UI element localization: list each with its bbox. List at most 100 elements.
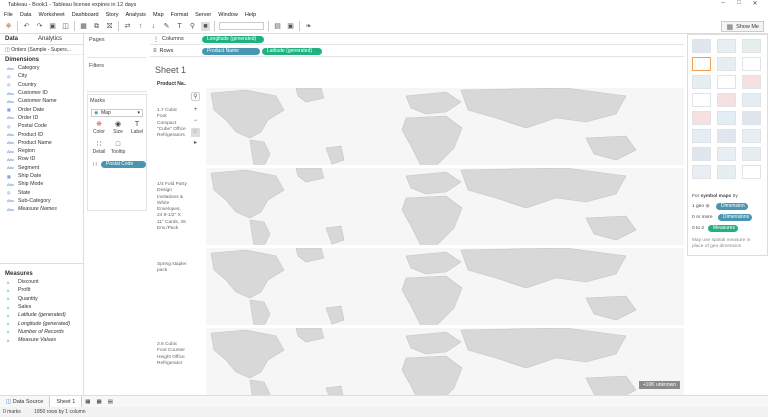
new-datasource-icon[interactable]: ◫ xyxy=(61,22,70,31)
row-header-label[interactable]: Spring stapler pack xyxy=(157,262,187,275)
chart-type-thumbnail[interactable] xyxy=(717,57,736,71)
datasource-item[interactable]: ◫ Orders (Sample - Supers... xyxy=(0,45,83,55)
menu-item[interactable]: Data xyxy=(20,12,32,18)
chart-type-thumbnail[interactable] xyxy=(742,57,761,71)
label-icon[interactable]: T xyxy=(175,22,184,31)
measure-item[interactable]: # Number of Records xyxy=(0,328,84,336)
highlight-icon[interactable]: ■ xyxy=(201,21,210,31)
chart-type-thumbnail[interactable] xyxy=(692,129,711,143)
menu-item[interactable]: Help xyxy=(245,12,256,18)
dimension-item[interactable]: ◎ Postal Code xyxy=(0,122,83,130)
dimension-item[interactable]: Abc Measure Names xyxy=(0,205,83,213)
tooltip-button[interactable]: □ Tooltip xyxy=(109,141,127,157)
new-story-icon[interactable]: ▤ xyxy=(105,396,116,408)
unknown-badge[interactable]: +10K unknown xyxy=(638,381,680,389)
chart-type-thumbnail[interactable] xyxy=(742,39,761,53)
chart-type-thumbnail[interactable] xyxy=(717,111,736,125)
dimension-item[interactable]: ◎ State xyxy=(0,188,83,196)
rows-shelf[interactable]: ≡ Rows Product Name Latitude (generated) xyxy=(150,46,684,57)
map-pane[interactable] xyxy=(206,248,684,326)
menu-item[interactable]: Map xyxy=(153,12,164,18)
dimension-item[interactable]: ◎ Country xyxy=(0,81,83,89)
chart-type-thumbnail[interactable] xyxy=(692,57,711,71)
chart-type-thumbnail[interactable] xyxy=(742,111,761,125)
sort-ascending-icon[interactable]: ↑ xyxy=(136,22,145,31)
dimension-item[interactable]: Abc Customer ID xyxy=(0,89,83,97)
new-worksheet-icon[interactable]: ▦ xyxy=(79,22,88,31)
new-sheet-icon[interactable]: ▦ xyxy=(82,396,93,408)
dimension-item[interactable]: Abc Segment xyxy=(0,164,83,172)
measure-item[interactable]: # Latitude (generated) xyxy=(0,311,84,319)
chart-type-thumbnail[interactable] xyxy=(717,147,736,161)
play-icon[interactable]: ▸ xyxy=(191,139,200,148)
measure-item[interactable]: # Discount xyxy=(0,278,84,286)
new-dashboard-icon[interactable]: ▦ xyxy=(93,396,104,408)
dimension-item[interactable]: Abc Product ID xyxy=(0,130,83,138)
group-icon[interactable]: ✎ xyxy=(162,22,171,31)
chart-type-thumbnail[interactable] xyxy=(717,39,736,53)
filters-card[interactable]: Filters xyxy=(87,60,147,92)
measure-item[interactable]: # Longitude (generated) xyxy=(0,319,84,327)
chart-type-thumbnail[interactable] xyxy=(742,147,761,161)
dimension-item[interactable]: ▦ Ship Date xyxy=(0,172,83,180)
chart-type-thumbnail[interactable] xyxy=(717,129,736,143)
share-icon[interactable]: ❧ xyxy=(304,22,313,31)
menu-item[interactable]: Format xyxy=(171,12,188,18)
minimize-icon[interactable]: – xyxy=(716,0,730,6)
tab-data-source[interactable]: ◫ Data Source xyxy=(0,396,49,408)
longitude-pill[interactable]: Longitude (generated) xyxy=(202,36,264,43)
dimension-item[interactable]: Abc Region xyxy=(0,147,83,155)
dimension-item[interactable]: Abc Product Name xyxy=(0,139,83,147)
row-header-label[interactable]: 3.6 Cubic Foot Counter Height Office Ref… xyxy=(157,342,187,367)
postal-code-pill[interactable]: Postal Code xyxy=(101,161,146,168)
zoom-out-icon[interactable]: − xyxy=(191,117,200,126)
worksheet-view[interactable]: Sheet 1 Product Na.. ⚲ + − ☞ ▸ 1.7 Cubic… xyxy=(150,60,684,406)
presentation-icon[interactable]: ▣ xyxy=(286,22,295,31)
pin-icon[interactable]: ⚲ xyxy=(188,22,197,31)
chart-type-thumbnail[interactable] xyxy=(742,75,761,89)
undo-icon[interactable]: ↶ xyxy=(22,22,31,31)
chart-type-thumbnail[interactable] xyxy=(692,75,711,89)
save-icon[interactable]: ▣ xyxy=(48,22,57,31)
chart-type-thumbnail[interactable] xyxy=(692,39,711,53)
menu-item[interactable]: Window xyxy=(218,12,238,18)
mark-type-dropdown[interactable]: ◉ Map ▾ xyxy=(91,109,143,117)
detail-button[interactable]: ∷ Detail xyxy=(90,141,108,157)
chart-type-thumbnail[interactable] xyxy=(692,165,711,179)
dimension-item[interactable]: ▦ Order Date xyxy=(0,105,83,113)
show-me-button[interactable]: ▦ Show Me xyxy=(721,21,764,32)
dimension-item[interactable]: Abc Category xyxy=(0,64,83,72)
tab-data[interactable]: Data xyxy=(0,34,23,44)
chart-type-thumbnail[interactable] xyxy=(742,93,761,107)
tab-analytics[interactable]: Analytics xyxy=(33,34,67,44)
tableau-logo-icon[interactable]: ❋ xyxy=(4,22,13,31)
duplicate-icon[interactable]: ⧉ xyxy=(92,22,101,31)
label-button[interactable]: T Label xyxy=(128,121,146,137)
chart-type-thumbnail[interactable] xyxy=(717,93,736,107)
dimension-item[interactable]: Abc Ship Mode xyxy=(0,180,83,188)
chart-type-thumbnail[interactable] xyxy=(742,129,761,143)
close-icon[interactable]: ✕ xyxy=(748,0,762,7)
dimension-item[interactable]: Abc Sub-Category xyxy=(0,197,83,205)
menu-item[interactable]: Server xyxy=(195,12,211,18)
menu-item[interactable]: Analysis xyxy=(125,12,145,18)
sort-descending-icon[interactable]: ↓ xyxy=(149,22,158,31)
color-button[interactable]: ❋ Color xyxy=(90,121,108,137)
pages-card[interactable]: Pages xyxy=(87,34,147,58)
measure-item[interactable]: # Measure Values xyxy=(0,336,84,344)
row-header-label[interactable]: 1.7 Cubic Foot Compact "Cube" Office Ref… xyxy=(157,108,187,139)
dimension-item[interactable]: ◎ City xyxy=(0,72,83,80)
size-button[interactable]: ◉ Size xyxy=(109,121,127,137)
latitude-pill[interactable]: Latitude (generated) xyxy=(262,48,322,55)
measure-item[interactable]: # Sales xyxy=(0,303,84,311)
menu-item[interactable]: Story xyxy=(106,12,119,18)
chart-type-thumbnail[interactable] xyxy=(742,165,761,179)
chart-type-thumbnail[interactable] xyxy=(692,93,711,107)
pan-icon[interactable]: ☞ xyxy=(191,128,200,137)
clear-icon[interactable]: ⛝ xyxy=(105,22,114,31)
product-name-pill[interactable]: Product Name xyxy=(202,48,260,55)
menu-item[interactable]: Worksheet xyxy=(39,12,65,18)
row-header-label[interactable]: 1/4 Fold Party Design Invitations & Whit… xyxy=(157,182,187,232)
chart-type-thumbnail[interactable] xyxy=(692,111,711,125)
chart-icon[interactable]: ▤ xyxy=(273,22,282,31)
